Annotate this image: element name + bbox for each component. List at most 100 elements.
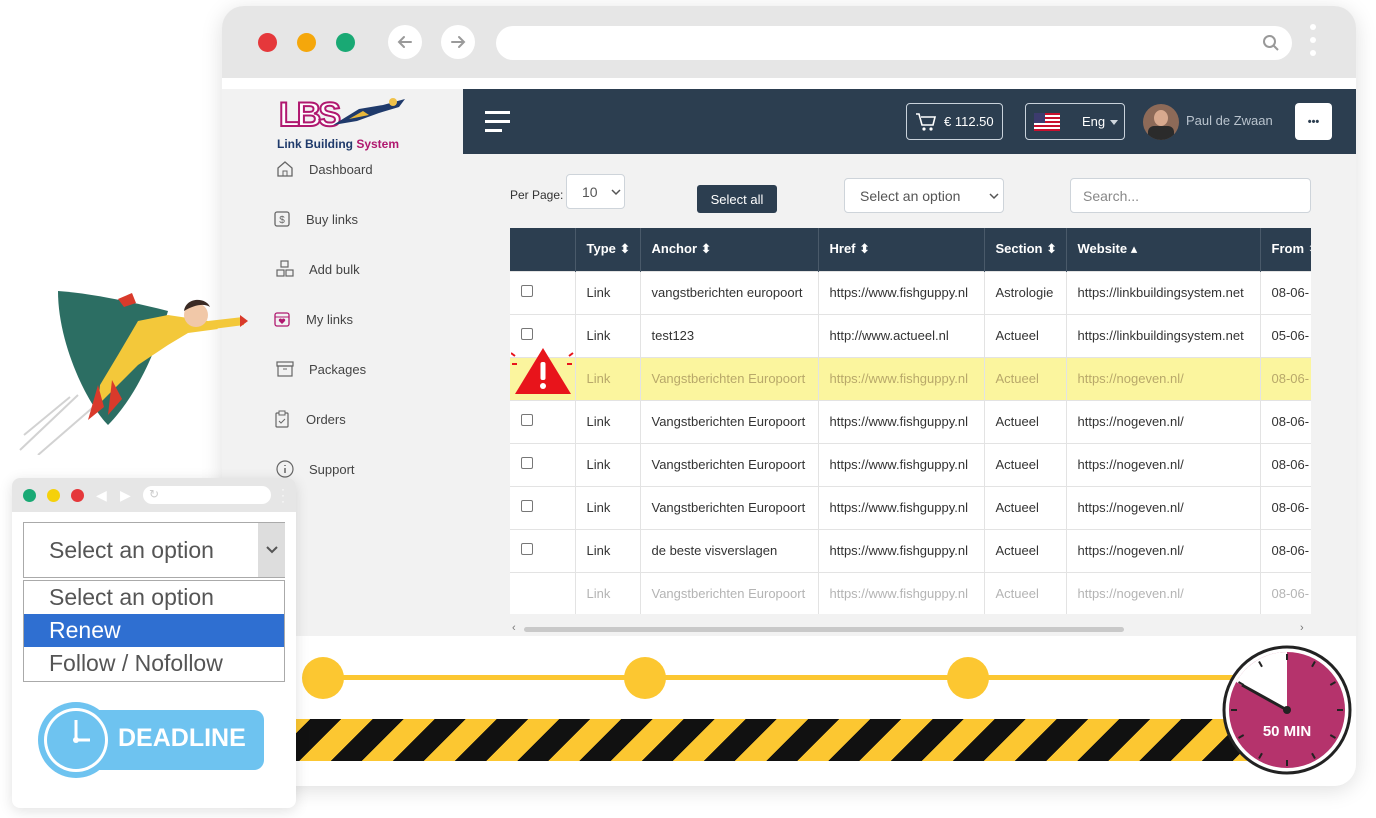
mini-dot-green[interactable] (23, 489, 36, 502)
table-row[interactable]: Link de beste visverslagen https://www.fis… (510, 528, 1311, 572)
timer-label: 50 MIN (1263, 723, 1311, 740)
hamburger-menu-icon[interactable] (485, 111, 510, 132)
chevron-down-icon (611, 189, 621, 196)
table-row[interactable]: Link Vangstberichten Europoort https://www… (510, 571, 1311, 614)
bulk-action-value: Select an option (860, 187, 961, 204)
back-button[interactable] (388, 25, 422, 59)
row-checkbox[interactable] (521, 328, 533, 340)
progress-step-1 (302, 657, 344, 699)
option-follow-nofollow[interactable]: Follow / Nofollow (24, 647, 284, 680)
caret-down-icon (1110, 120, 1118, 125)
mini-menu-icon[interactable]: · · · (281, 483, 285, 507)
select-arrow-button[interactable] (258, 523, 285, 577)
cell-href: https://www.fishguppy.nl (818, 442, 985, 486)
table-row[interactable]: Link Vangstberichten Europoort https://www… (510, 485, 1311, 529)
sidebar-item-label: Support (309, 461, 355, 477)
cell-website: https://nogeven.nl/ (1066, 356, 1261, 400)
table-row[interactable]: Link Vangstberichten Europoort https://www… (510, 399, 1311, 443)
cell-section: Actueel (984, 356, 1067, 400)
reload-icon[interactable]: ↻ (149, 487, 159, 501)
cell-from: 08-06- (1260, 356, 1311, 400)
scroll-left-arrow-icon[interactable]: ‹ (512, 622, 516, 634)
row-select-cell (510, 571, 576, 614)
mini-dot-red[interactable] (71, 489, 84, 502)
column-header-section[interactable]: Section ⬍ (984, 228, 1067, 271)
select-all-button[interactable]: Select all (697, 185, 777, 213)
mini-address-bar[interactable]: ↻ (143, 486, 271, 504)
scroll-right-arrow-icon[interactable]: › (1300, 622, 1304, 634)
option-select-an-option[interactable]: Select an option (24, 581, 284, 614)
row-checkbox[interactable] (521, 500, 533, 512)
cell-type: Link (575, 528, 641, 572)
bulk-action-select[interactable]: Select an option (844, 178, 1004, 213)
home-icon (277, 161, 293, 177)
clipboard-icon (275, 410, 289, 428)
cell-href: https://www.fishguppy.nl (818, 528, 985, 572)
close-window-dot[interactable] (258, 33, 277, 52)
minimize-window-dot[interactable] (297, 33, 316, 52)
row-select-cell (510, 528, 576, 572)
calendar-heart-icon (274, 312, 290, 327)
cell-type: Link (575, 485, 641, 529)
cell-section: Actueel (984, 485, 1067, 529)
dollar-doc-icon: $ (274, 211, 290, 227)
language-selector[interactable]: Eng (1025, 103, 1125, 140)
sidebar-item-label: Orders (306, 411, 346, 427)
logo-wordmark: Link Building System (277, 137, 400, 151)
column-header-type[interactable]: Type ⬍ (575, 228, 641, 271)
per-page-value: 10 (582, 183, 598, 200)
column-header-anchor[interactable]: Anchor ⬍ (640, 228, 819, 271)
row-checkbox[interactable] (521, 414, 533, 426)
sort-icon: ⬍ (1308, 241, 1311, 256)
sidebar-item-my-links[interactable]: My links (272, 309, 353, 329)
cart-button[interactable]: € 112.50 (906, 103, 1003, 140)
cell-type: Link (575, 442, 641, 486)
cell-type: Link (575, 571, 641, 614)
cart-icon (916, 112, 937, 131)
more-options-button[interactable]: ••• (1295, 103, 1332, 140)
column-header-href[interactable]: Href ⬍ (818, 228, 985, 271)
column-header-select (510, 228, 576, 271)
mini-forward-icon[interactable]: ▶ (120, 487, 131, 504)
sidebar-item-support[interactable]: Support (275, 459, 355, 479)
user-name[interactable]: Paul de Zwaan (1186, 113, 1273, 128)
row-checkbox[interactable] (521, 543, 533, 555)
search-icon (1263, 35, 1279, 51)
cell-from: 08-06- (1260, 442, 1311, 486)
table-row[interactable]: Link Vangstberichten Europoort https://www… (510, 356, 1311, 400)
table-row[interactable]: Link vangstberichten europoort https://www… (510, 270, 1311, 314)
column-header-website[interactable]: Website ▴ (1066, 228, 1261, 271)
user-avatar[interactable] (1143, 104, 1179, 140)
mini-dot-yellow[interactable] (47, 489, 60, 502)
cell-website: https://nogeven.nl/ (1066, 442, 1261, 486)
forward-button[interactable] (441, 25, 475, 59)
scrollbar-thumb[interactable] (524, 627, 1124, 632)
option-renew[interactable]: Renew (24, 614, 284, 647)
table-row[interactable]: Link test123 http://www.actueel.nl Actueel h… (510, 313, 1311, 357)
app-logo[interactable]: LBS Link Building System (277, 93, 407, 155)
row-checkbox[interactable] (521, 457, 533, 469)
sidebar-item-dashboard[interactable]: Dashboard (275, 159, 373, 179)
table-row[interactable]: Link Vangstberichten Europoort https://www… (510, 442, 1311, 486)
sidebar-item-buy-links[interactable]: $ Buy links (272, 209, 358, 229)
address-bar[interactable] (496, 26, 1292, 60)
sidebar-item-orders[interactable]: Orders (272, 409, 346, 429)
per-page-select[interactable]: 10 (566, 174, 625, 209)
mini-back-icon[interactable]: ◀ (96, 487, 107, 504)
row-select-cell (510, 270, 576, 314)
browser-menu-icon[interactable] (1310, 24, 1316, 56)
search-input[interactable]: Search... (1070, 178, 1311, 213)
progress-band (222, 636, 1356, 786)
cell-anchor: Vangstberichten Europoort (640, 356, 819, 400)
sidebar-item-packages[interactable]: Packages (275, 359, 366, 379)
cell-section: Actueel (984, 313, 1067, 357)
column-header-from[interactable]: From ⬍ (1260, 228, 1311, 271)
maximize-window-dot[interactable] (336, 33, 355, 52)
option-select[interactable]: Select an option (23, 522, 285, 578)
cell-type: Link (575, 356, 641, 400)
row-checkbox[interactable] (521, 285, 533, 297)
cell-website: https://nogeven.nl/ (1066, 571, 1261, 614)
cell-href: https://www.fishguppy.nl (818, 571, 985, 614)
cell-from: 08-06- (1260, 485, 1311, 529)
sidebar-item-add-bulk[interactable]: Add bulk (275, 259, 360, 279)
